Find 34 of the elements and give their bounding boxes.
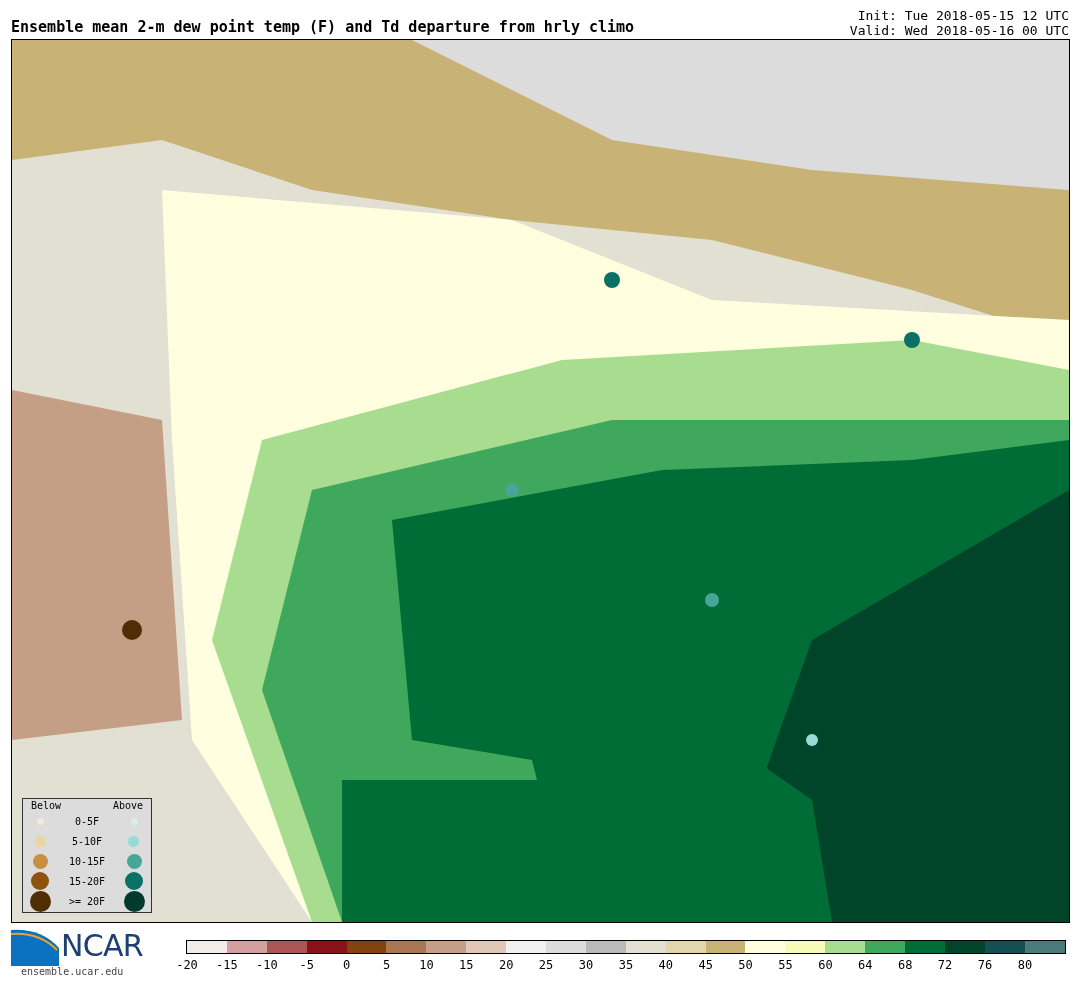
legend-heading: Above [112,800,143,811]
colorbar-tick-label: 25 [538,957,554,974]
colorbar-tick-label: 45 [698,957,713,974]
colorbar-tick-label: 60 [818,957,833,974]
colorbar-tick-label: 76 [977,957,993,974]
colorbar-tick-label: 30 [578,957,594,974]
colorbar-tick-label: -5 [299,957,314,974]
legend-label: 0-5F [74,815,100,827]
colorbar-tick-label: 50 [738,957,753,974]
legend-label: >= 20F [68,895,106,907]
valid-time: Valid: Wed 2018-05-16 00 UTC [849,23,1069,38]
colorbar-tick-label: 35 [618,957,634,974]
init-time: Init: Tue 2018-05-15 12 UTC [857,8,1069,23]
colorbar-tick-label: 55 [778,957,793,974]
colorbar-tick-label: 72 [937,957,953,974]
colorbar-tick-label: 15 [459,957,474,974]
legend-heading: Below [31,800,62,811]
colorbar-tick-label: 80 [1017,957,1033,974]
legend-label: 5-10F [71,835,103,847]
map-title: Ensemble mean 2-m dew point temp (F) and Td departure from hrly climo [11,16,635,38]
colorbar-tick-label: 0 [343,957,351,974]
colorbar-tick-label: 10 [419,957,434,974]
colorbar-tick-label: 5 [382,957,391,974]
colorbar-tick-label: -15 [216,957,238,974]
legend-label: 10-15F [68,855,106,867]
colorbar-tick-label: 64 [858,957,873,974]
colorbar-tick-label: 20 [498,957,514,974]
site-url: ensemble.ucar.edu [21,966,124,977]
logo-text: NCAR [61,930,143,962]
legend-label: 15-20F [68,875,106,887]
colorbar-tick-label: -20 [176,957,198,974]
colorbar-tick-label: 40 [658,957,673,974]
colorbar-tick-label: -10 [255,957,278,974]
colorbar-tick-label: 68 [897,957,913,974]
